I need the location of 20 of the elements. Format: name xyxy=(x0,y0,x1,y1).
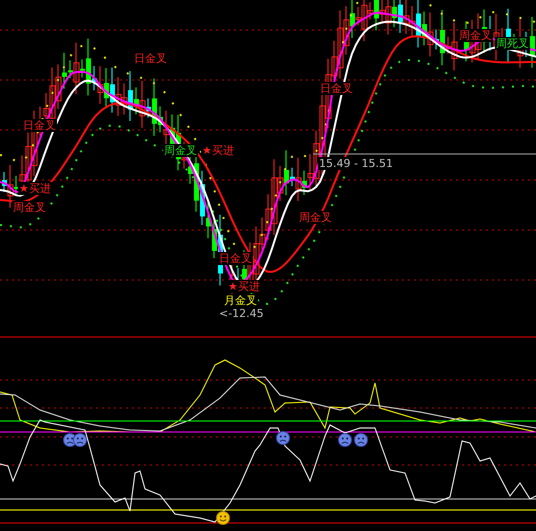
sad-face-icon xyxy=(73,433,87,447)
signal-label: 周金叉 xyxy=(458,29,493,42)
signal-label: ★买进 xyxy=(18,182,52,195)
signal-label: 日金叉 xyxy=(22,119,57,132)
signal-label: 周死叉 xyxy=(495,37,530,50)
signal-label: ★买进 xyxy=(227,280,261,293)
signal-label: 周金叉 xyxy=(12,201,47,214)
smiley-icon xyxy=(216,511,230,525)
sad-face-icon xyxy=(276,431,290,445)
signal-label: <-12.45 xyxy=(218,307,265,320)
signal-label: 日金叉 xyxy=(218,252,253,265)
signal-label: 周金叉 xyxy=(163,144,198,157)
sad-face-icon xyxy=(354,433,368,447)
signal-label: 日金叉 xyxy=(319,82,354,95)
signal-label: 15.49 - 15.51 xyxy=(318,157,394,170)
sad-face-icon xyxy=(338,433,352,447)
signal-label: 月金叉 xyxy=(223,294,258,307)
signal-label: ★买进 xyxy=(201,144,235,157)
signal-label: 周金叉 xyxy=(298,211,333,224)
signal-label: 日金叉 xyxy=(133,52,168,65)
